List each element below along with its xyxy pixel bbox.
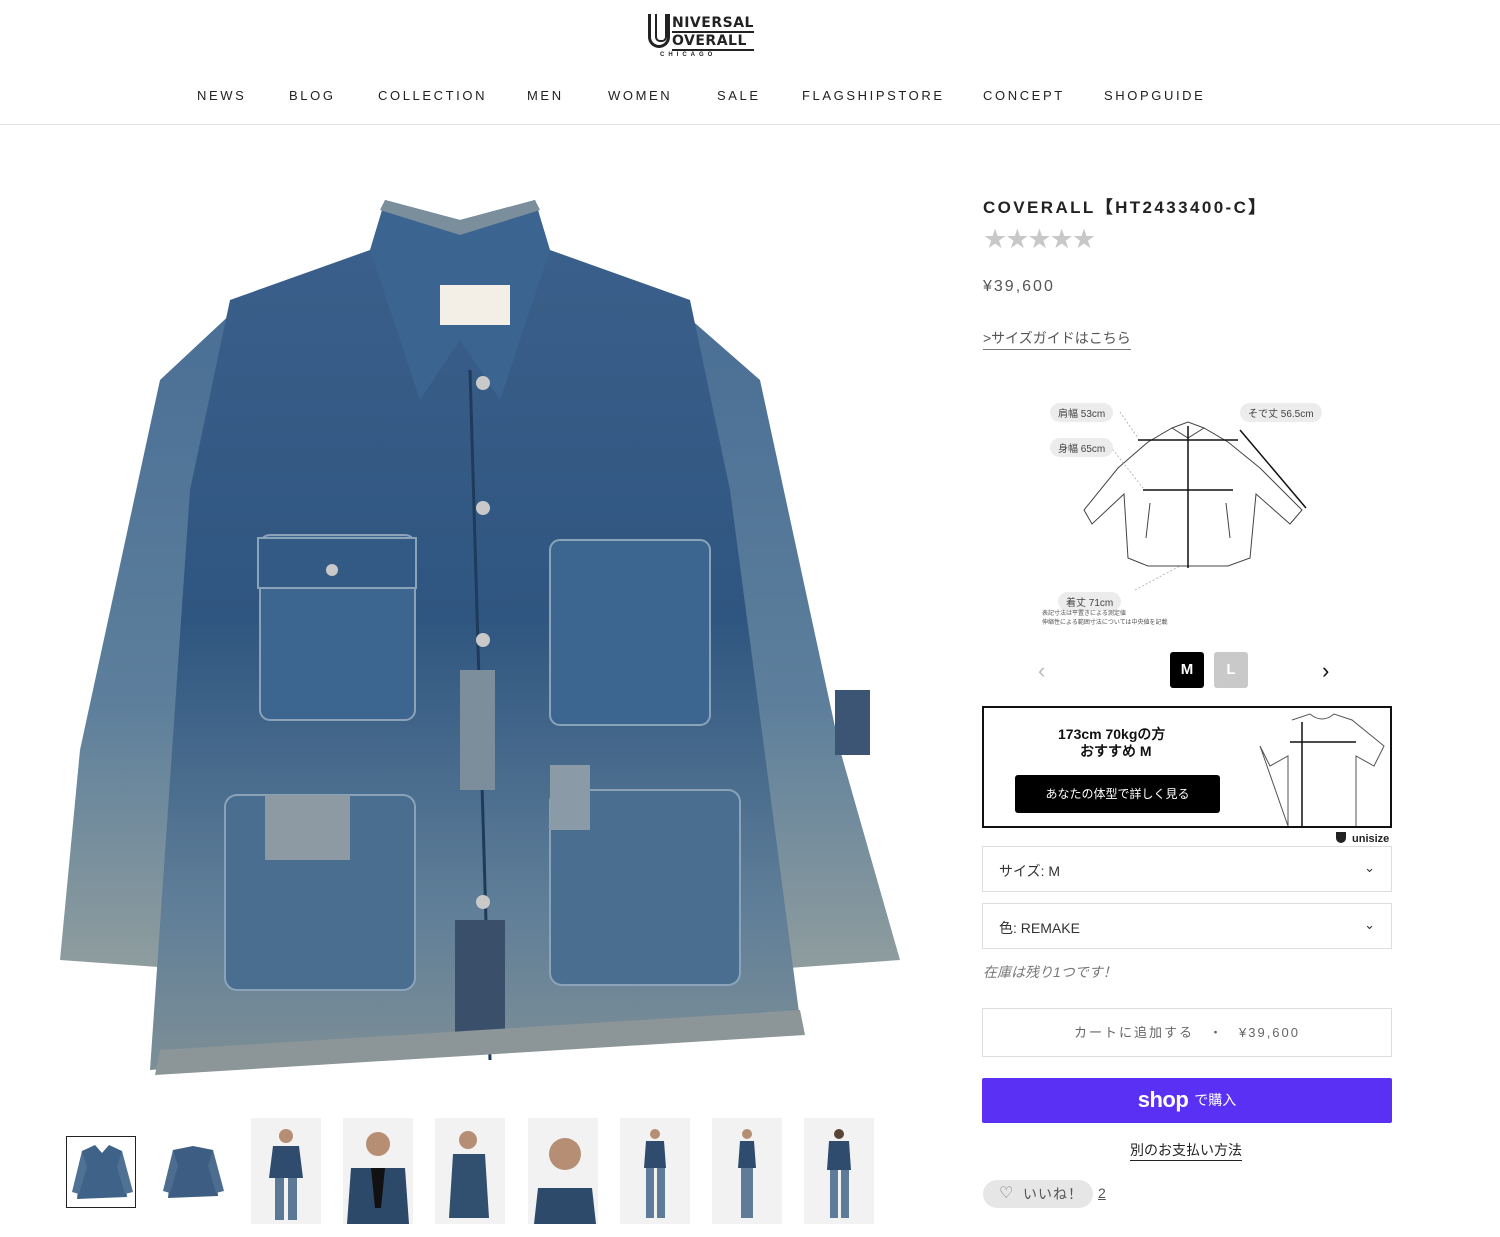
stock-notice: 在庫は残り1つです！ <box>983 964 1117 980</box>
logo-u-mark <box>648 14 670 48</box>
size-tab-l[interactable]: L <box>1214 652 1248 688</box>
unisize-detail-button[interactable]: あなたの体型で詳しく見る <box>1015 775 1220 813</box>
unisize-logo-icon <box>1336 832 1346 843</box>
chest-width-label: 身幅 65cm <box>1050 438 1114 457</box>
unisize-brand: unisize <box>1336 832 1389 845</box>
thumbnail-strip <box>66 1118 886 1226</box>
diagram-note-1: 表記寸法は平置きによる測定値 <box>1042 611 1126 617</box>
like-button[interactable]: ♡ いいね！ <box>983 1180 1093 1208</box>
like-label: いいね！ <box>1023 1186 1083 1202</box>
size-guide-link[interactable]: >サイズガイドはこちら <box>983 328 1131 350</box>
diagram-note-2: 伸縮性による範囲寸法については中央値を記載 <box>1042 620 1168 626</box>
thumbnail-model-full[interactable] <box>620 1118 690 1224</box>
shop-pay-logo: shop <box>1137 1087 1189 1112</box>
add-to-cart-button[interactable]: カートに追加する ・ ¥39,600 <box>982 1008 1392 1057</box>
next-size-chevron-icon[interactable]: › <box>1322 658 1329 684</box>
product-title: COVERALL【HT2433400-C】 <box>983 198 1268 217</box>
nav-blog[interactable]: BLOG <box>289 88 336 103</box>
shop-pay-label: で購入 <box>1194 1092 1237 1108</box>
nav-concept[interactable]: CONCEPT <box>983 88 1065 103</box>
size-select-value: サイズ: M <box>999 863 1061 879</box>
alternative-payment-link[interactable]: 別のお支払い方法 <box>1130 1140 1242 1161</box>
nav-flagshipstore[interactable]: FLAGSHIPSTORE <box>802 88 945 103</box>
recommend-size: おすすめ M <box>1080 743 1152 759</box>
nav-women[interactable]: WOMEN <box>608 88 672 103</box>
tshirt-icon <box>1259 713 1385 826</box>
product-price: ¥39,600 <box>983 278 1055 295</box>
prev-size-chevron-icon[interactable]: ‹ <box>1038 658 1045 684</box>
logo-rule <box>672 49 754 51</box>
unisize-brand-text: unisize <box>1352 833 1390 845</box>
nav-shopguide[interactable]: SHOPGUIDE <box>1104 88 1205 103</box>
thumbnail-front[interactable] <box>66 1136 136 1208</box>
size-tab-m[interactable]: M <box>1170 652 1204 688</box>
thumbnail-model-side[interactable] <box>435 1118 505 1224</box>
logo-city: CHICAGO <box>660 52 717 58</box>
total-length-label: 着丈 71cm <box>1058 592 1122 611</box>
nav-men[interactable]: MEN <box>527 88 564 103</box>
size-select[interactable]: サイズ: M ⌄ <box>982 846 1392 892</box>
thumbnail-model-back-full[interactable] <box>804 1118 874 1224</box>
thumbnail-model-close[interactable] <box>343 1118 413 1224</box>
size-diagram: 肩幅 53cm 身幅 65cm そで丈 56.5cm 着丈 71cm 表記寸法は… <box>1040 398 1340 630</box>
nav-news[interactable]: NEWS <box>197 88 246 103</box>
logo-line1: NIVERSAL <box>672 15 754 31</box>
brand-logo[interactable]: NIVERSAL OVERALL CHICAGO <box>648 14 756 60</box>
like-count[interactable]: 2 <box>1098 1185 1106 1201</box>
nav-sale[interactable]: SALE <box>717 88 761 103</box>
thumbnail-back[interactable] <box>158 1136 228 1208</box>
thumbnail-model-face[interactable] <box>528 1118 598 1224</box>
chevron-down-icon: ⌄ <box>1364 860 1375 875</box>
logo-line2: OVERALL <box>672 33 747 49</box>
size-tabs: ‹ M L › <box>1030 652 1350 692</box>
rating-stars[interactable]: ★★★★★ <box>983 224 1096 255</box>
thumbnail-model-side-full[interactable] <box>712 1118 782 1224</box>
color-select[interactable]: 色: REMAKE ⌄ <box>982 903 1392 949</box>
unisize-recommendation: 173cm 70kgの方 おすすめ M あなたの体型で詳しく見る <box>982 706 1392 828</box>
shoulder-width-label: 肩幅 53cm <box>1050 403 1114 422</box>
site-header: NIVERSAL OVERALL CHICAGO NEWS BLOG COLLE… <box>0 0 1500 125</box>
chevron-down-icon: ⌄ <box>1364 917 1375 932</box>
heart-icon: ♡ <box>999 1185 1014 1202</box>
thumbnail-model-front[interactable] <box>251 1118 321 1224</box>
sleeve-length-label: そで丈 56.5cm <box>1240 403 1322 422</box>
color-select-value: 色: REMAKE <box>999 920 1080 936</box>
nav-collection[interactable]: COLLECTION <box>378 88 487 103</box>
product-main-image[interactable] <box>40 190 902 1082</box>
shop-pay-button[interactable]: shop で購入 <box>982 1078 1392 1123</box>
